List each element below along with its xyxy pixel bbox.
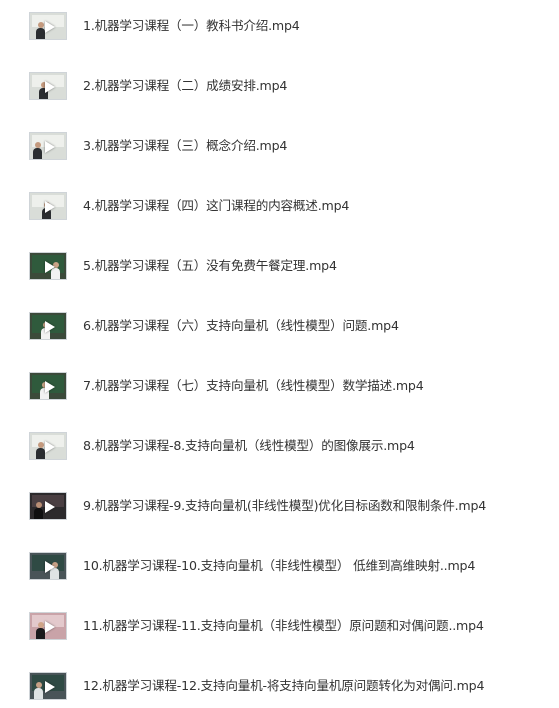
video-thumbnail <box>29 492 67 520</box>
play-icon <box>45 621 55 633</box>
file-item[interactable]: 2.机器学习课程（二）成绩安排.mp4 <box>0 68 559 108</box>
play-icon <box>45 321 55 333</box>
file-item[interactable]: 7.机器学习课程（七）支持向量机（线性模型）数学描述.mp4 <box>0 368 559 408</box>
file-name[interactable]: 12.机器学习课程-12.支持向量机-将支持向量机原问题转化为对偶问.mp4 <box>83 678 484 694</box>
play-icon <box>45 201 55 213</box>
video-thumbnail <box>29 12 67 40</box>
video-thumbnail <box>29 312 67 340</box>
file-name[interactable]: 2.机器学习课程（二）成绩安排.mp4 <box>83 78 287 94</box>
play-icon <box>45 141 55 153</box>
file-name[interactable]: 8.机器学习课程-8.支持向量机（线性模型）的图像展示.mp4 <box>83 438 415 454</box>
video-thumbnail <box>29 612 67 640</box>
file-name[interactable]: 6.机器学习课程（六）支持向量机（线性模型）问题.mp4 <box>83 318 399 334</box>
file-list: 1.机器学习课程（一）教科书介绍.mp4 2.机器学习课程（二）成绩安排.mp4… <box>0 0 559 701</box>
file-name[interactable]: 5.机器学习课程（五）没有免费午餐定理.mp4 <box>83 258 337 274</box>
file-name[interactable]: 4.机器学习课程（四）这门课程的内容概述.mp4 <box>83 198 349 214</box>
file-item[interactable]: 11.机器学习课程-11.支持向量机（非线性模型）原问题和对偶问题..mp4 <box>0 608 559 648</box>
play-icon <box>45 261 55 273</box>
file-name[interactable]: 3.机器学习课程（三）概念介绍.mp4 <box>83 138 287 154</box>
file-item[interactable]: 1.机器学习课程（一）教科书介绍.mp4 <box>0 8 559 48</box>
play-icon <box>45 501 55 513</box>
file-name[interactable]: 7.机器学习课程（七）支持向量机（线性模型）数学描述.mp4 <box>83 378 424 394</box>
file-item[interactable]: 9.机器学习课程-9.支持向量机(非线性模型)优化目标函数和限制条件.mp4 <box>0 488 559 528</box>
video-thumbnail <box>29 72 67 100</box>
file-name[interactable]: 9.机器学习课程-9.支持向量机(非线性模型)优化目标函数和限制条件.mp4 <box>83 498 486 514</box>
file-name[interactable]: 1.机器学习课程（一）教科书介绍.mp4 <box>83 18 300 34</box>
play-icon <box>45 381 55 393</box>
file-item[interactable]: 4.机器学习课程（四）这门课程的内容概述.mp4 <box>0 188 559 228</box>
video-thumbnail <box>29 552 67 580</box>
video-thumbnail <box>29 432 67 460</box>
file-name[interactable]: 11.机器学习课程-11.支持向量机（非线性模型）原问题和对偶问题..mp4 <box>83 618 484 634</box>
file-name[interactable]: 10.机器学习课程-10.支持向量机（非线性模型） 低维到高维映射..mp4 <box>83 558 475 574</box>
video-thumbnail <box>29 672 67 700</box>
file-item[interactable]: 12.机器学习课程-12.支持向量机-将支持向量机原问题转化为对偶问.mp4 <box>0 668 559 708</box>
file-item[interactable]: 10.机器学习课程-10.支持向量机（非线性模型） 低维到高维映射..mp4 <box>0 548 559 588</box>
play-icon <box>45 81 55 93</box>
video-thumbnail <box>29 132 67 160</box>
play-icon <box>45 681 55 693</box>
play-icon <box>45 561 55 573</box>
file-item[interactable]: 8.机器学习课程-8.支持向量机（线性模型）的图像展示.mp4 <box>0 428 559 468</box>
play-icon <box>45 21 55 33</box>
file-item[interactable]: 5.机器学习课程（五）没有免费午餐定理.mp4 <box>0 248 559 288</box>
file-item[interactable]: 3.机器学习课程（三）概念介绍.mp4 <box>0 128 559 168</box>
video-thumbnail <box>29 372 67 400</box>
video-thumbnail <box>29 252 67 280</box>
play-icon <box>45 441 55 453</box>
video-thumbnail <box>29 192 67 220</box>
file-item[interactable]: 6.机器学习课程（六）支持向量机（线性模型）问题.mp4 <box>0 308 559 348</box>
